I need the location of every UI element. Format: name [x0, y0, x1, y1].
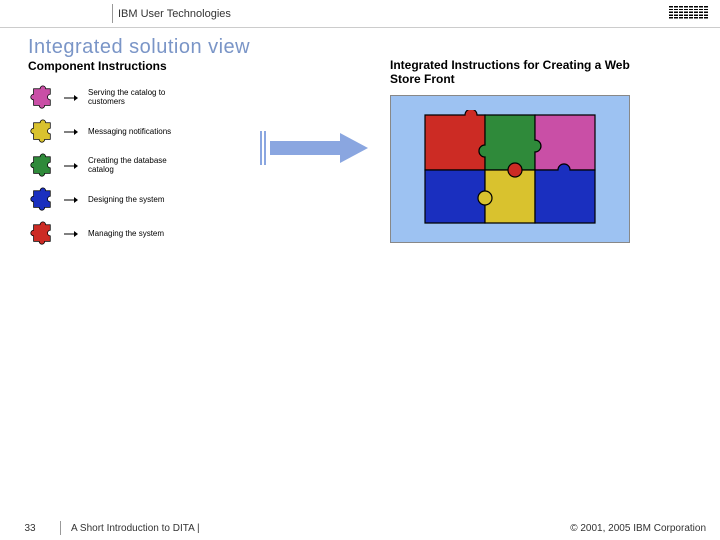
- footer-title: A Short Introduction to DITA |: [71, 523, 570, 534]
- puzzle-piece-icon: [28, 153, 54, 179]
- copyright: © 2001, 2005 IBM Corporation: [570, 523, 720, 534]
- component-row: Designing the system: [28, 187, 248, 213]
- component-row: Creating the database catalog: [28, 153, 248, 179]
- header-org: IBM User Technologies: [118, 8, 231, 20]
- right-panel: Integrated Instructions for Creating a W…: [390, 59, 650, 243]
- right-heading: Integrated Instructions for Creating a W…: [390, 59, 650, 87]
- left-heading: Component Instructions: [28, 59, 248, 73]
- left-panel: Component Instructions Serving the catal…: [28, 59, 248, 255]
- arrow-right-icon: [64, 128, 78, 136]
- header-divider: [112, 4, 113, 23]
- component-row: Serving the catalog to customers: [28, 85, 248, 111]
- component-label: Designing the system: [88, 196, 164, 205]
- puzzle-piece-icon: [28, 119, 54, 145]
- slide-content: Component Instructions Serving the catal…: [0, 59, 720, 95]
- arrow-right-icon: [64, 230, 78, 238]
- slide-footer: 33 A Short Introduction to DITA | © 2001…: [0, 516, 720, 540]
- slide-header: IBM User Technologies: [0, 0, 720, 28]
- integrated-puzzle-box: [390, 95, 630, 243]
- ibm-logo: [669, 6, 708, 20]
- component-row: Managing the system: [28, 221, 248, 247]
- footer-divider: [60, 521, 61, 535]
- puzzle-piece-icon: [28, 85, 54, 111]
- page-number: 33: [0, 523, 60, 534]
- arrow-right-icon: [64, 94, 78, 102]
- component-label: Managing the system: [88, 230, 164, 239]
- slide-title: Integrated solution view: [0, 28, 720, 59]
- arrow-right-icon: [64, 162, 78, 170]
- integrated-puzzle-icon: [420, 110, 600, 228]
- component-label: Serving the catalog to customers: [88, 89, 178, 107]
- integration-arrow-icon: [260, 131, 370, 165]
- component-label: Messaging notifications: [88, 128, 171, 137]
- arrow-right-icon: [64, 196, 78, 204]
- component-list: Serving the catalog to customers Messagin…: [28, 85, 248, 247]
- puzzle-piece-icon: [28, 187, 54, 213]
- component-label: Creating the database catalog: [88, 157, 178, 175]
- component-row: Messaging notifications: [28, 119, 248, 145]
- puzzle-piece-icon: [28, 221, 54, 247]
